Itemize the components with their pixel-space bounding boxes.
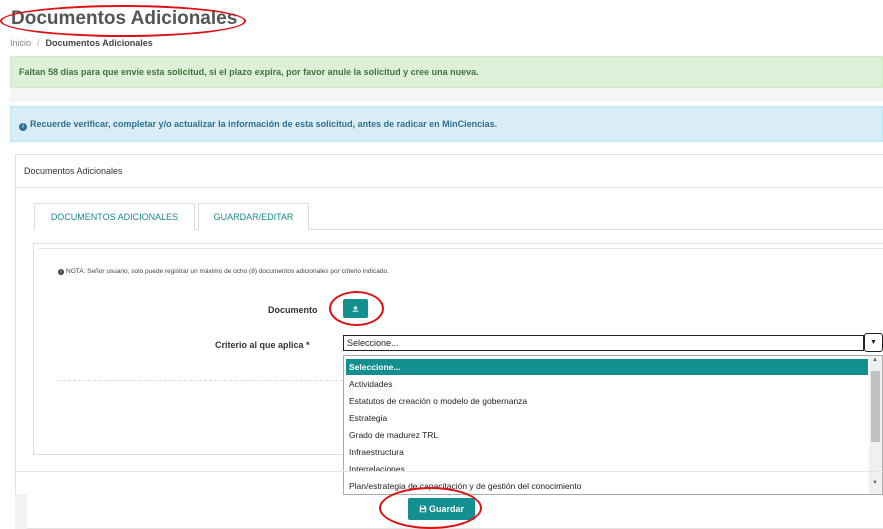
form-dashed-divider <box>58 380 343 381</box>
reminder-text: Recuerde verificar, completar y/o actual… <box>30 119 498 129</box>
annotation-circle-upload <box>329 291 384 326</box>
dropdown-scroll-thumb[interactable] <box>871 371 880 442</box>
scroll-up-icon[interactable]: ▲ <box>872 357 878 363</box>
form-note: i NOTA: Señor usuario, solo puede registr… <box>58 268 389 275</box>
criterion-select[interactable]: Seleccione... <box>343 335 864 351</box>
form-divider <box>38 248 883 249</box>
info-circle-icon: i <box>58 269 64 275</box>
form-bottom-divider <box>15 471 883 472</box>
footer-spacer <box>15 494 27 529</box>
alert-spacer <box>10 88 883 102</box>
tab-guardar-editar[interactable]: GUARDAR/EDITAR <box>198 203 309 230</box>
deadline-alert: Faltan 58 días para que envíe esta solic… <box>10 56 883 88</box>
criterion-label: Criterio al que aplica * <box>215 340 310 350</box>
info-circle-icon: i <box>19 123 27 131</box>
reminder-alert: i Recuerde verificar, completar y/o actua… <box>10 106 883 142</box>
annotation-circle-save <box>379 487 482 529</box>
note-text: NOTA: Señor usuario, solo puede registra… <box>66 268 389 275</box>
tab-documentos-adicionales[interactable]: DOCUMENTOS ADICIONALES <box>34 203 195 230</box>
dropdown-option[interactable]: Grado de madurez TRL <box>346 427 868 443</box>
dropdown-option[interactable]: Actividades <box>346 376 868 392</box>
document-label: Documento <box>268 305 318 315</box>
annotation-circle-title <box>0 5 246 37</box>
dropdown-option[interactable]: Interrelaciones <box>346 461 868 477</box>
dropdown-option[interactable]: Estrategia <box>346 410 868 426</box>
panel-heading: Documentos Adicionales <box>15 155 883 188</box>
breadcrumb-current: Documentos Adicionales <box>45 38 153 48</box>
breadcrumb-home[interactable]: Inicio <box>10 38 31 48</box>
dropdown-option[interactable]: Estatutos de creación o modelo de gobern… <box>346 393 868 409</box>
breadcrumb: Inicio / Documentos Adicionales <box>10 38 153 48</box>
dropdown-option[interactable]: Infraestructura <box>346 444 868 460</box>
breadcrumb-separator: / <box>37 38 40 48</box>
dropdown-option[interactable]: Seleccione... <box>346 359 868 375</box>
caret-down-icon[interactable]: ▼ <box>864 333 883 352</box>
scroll-down-icon[interactable]: ▼ <box>872 480 878 486</box>
